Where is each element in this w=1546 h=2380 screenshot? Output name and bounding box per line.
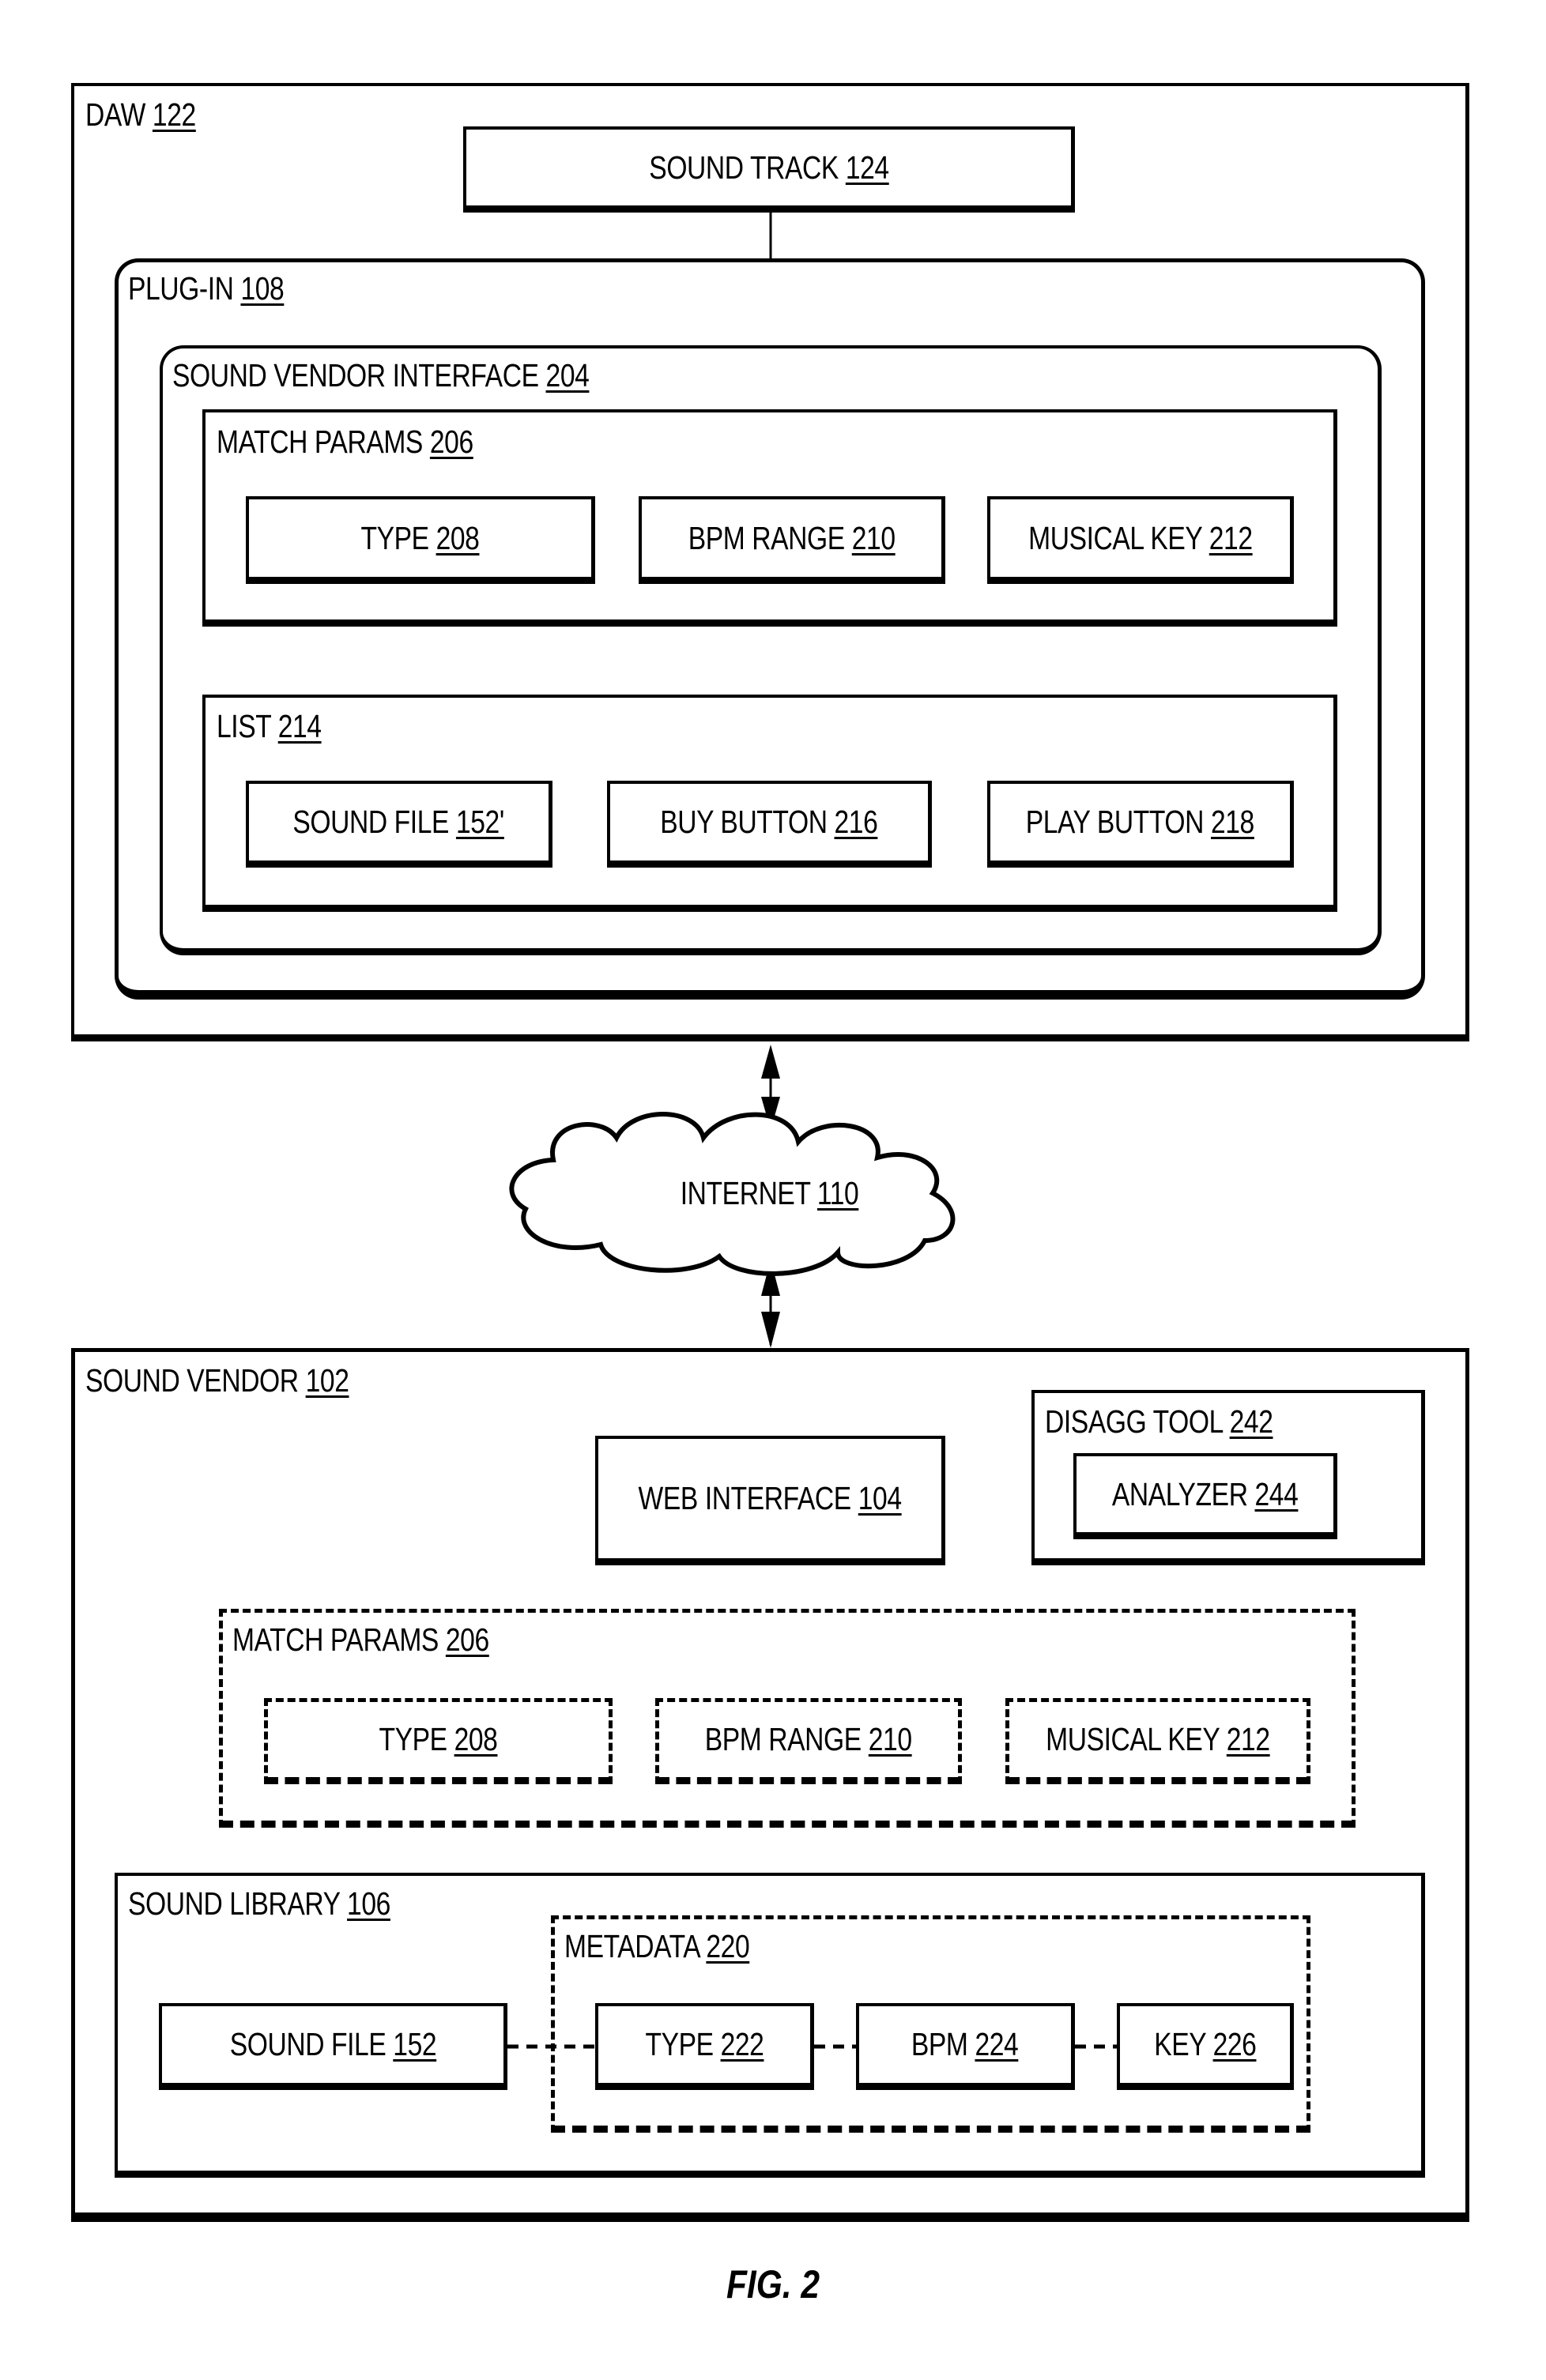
internet-label: INTERNET 110 xyxy=(681,1174,859,1211)
plugin-label: PLUG-IN 108 xyxy=(128,270,285,307)
arrowhead-up-icon xyxy=(761,1260,780,1296)
web-interface-box: WEB INTERFACE 104 xyxy=(595,1436,945,1565)
metadata-key-box: KEY 226 xyxy=(1117,2003,1294,2090)
sound-vendor-interface-label: SOUND VENDOR INTERFACE 204 xyxy=(172,357,590,394)
sound-track-box: SOUND TRACK 124 xyxy=(463,126,1075,213)
arrowhead-down-icon xyxy=(761,1097,780,1130)
sound-vendor-label: SOUND VENDOR 102 xyxy=(85,1362,349,1399)
analyzer-box: ANALYZER 244 xyxy=(1073,1453,1337,1539)
vendor-musical-key-param-box: MUSICAL KEY 212 xyxy=(1005,1698,1310,1784)
vendor-type-param-box: TYPE 208 xyxy=(264,1698,613,1784)
sound-library-label: SOUND LIBRARY 106 xyxy=(128,1885,390,1922)
vendor-bpm-range-param-box: BPM RANGE 210 xyxy=(655,1698,962,1784)
match-params-label: MATCH PARAMS 206 xyxy=(217,424,473,460)
type-param-box[interactable]: TYPE 208 xyxy=(246,496,595,584)
metadata-type-box: TYPE 222 xyxy=(595,2003,814,2090)
musical-key-param-box[interactable]: MUSICAL KEY 212 xyxy=(987,496,1294,584)
vendor-match-params-label: MATCH PARAMS 206 xyxy=(232,1621,489,1658)
metadata-bpm-box: BPM 224 xyxy=(856,2003,1075,2090)
buy-button[interactable]: BUY BUTTON 216 xyxy=(607,781,932,868)
daw-label: DAW 122 xyxy=(85,96,196,133)
figure-label: FIG. 2 xyxy=(726,2262,820,2307)
disagg-tool-label: DISAGG TOOL 242 xyxy=(1045,1403,1273,1440)
bpm-range-param-box[interactable]: BPM RANGE 210 xyxy=(639,496,945,584)
play-button[interactable]: PLAY BUTTON 218 xyxy=(987,781,1294,868)
arrowhead-up-icon xyxy=(761,1045,780,1079)
list-label: LIST 214 xyxy=(217,708,322,744)
arrowhead-down-icon xyxy=(761,1312,780,1348)
metadata-label: METADATA 220 xyxy=(564,1928,750,1964)
library-sound-file-box: SOUND FILE 152 xyxy=(159,2003,507,2090)
sound-file-list-item[interactable]: SOUND FILE 152' xyxy=(246,781,552,868)
